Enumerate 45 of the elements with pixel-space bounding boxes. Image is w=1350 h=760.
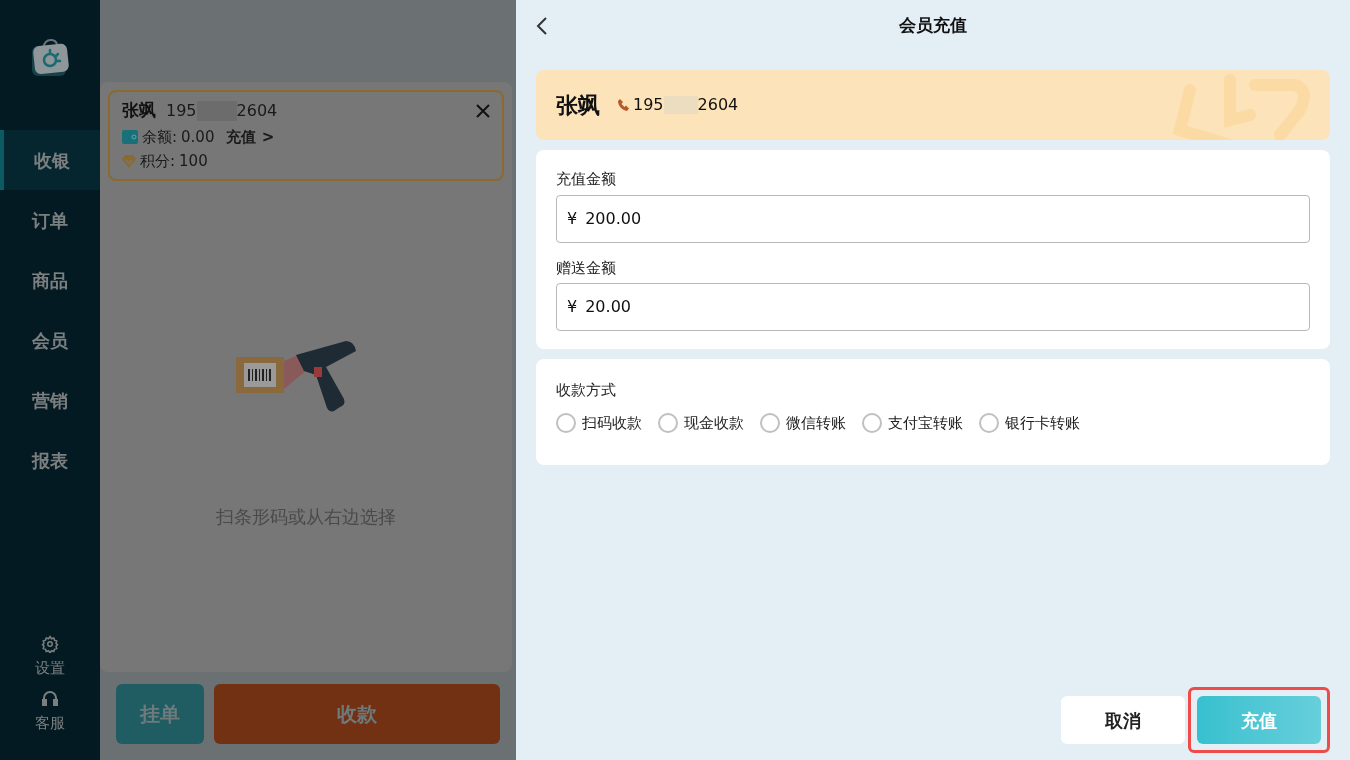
field-value: 20.00 [585, 296, 631, 318]
recharge-link[interactable]: 充值 > [226, 125, 275, 148]
nav-item[interactable]: 订单 [0, 190, 100, 250]
back-icon[interactable] [536, 16, 548, 36]
phone-number: 195 [166, 99, 197, 122]
nav-item[interactable]: 报表 [0, 430, 100, 490]
field-value: 200.00 [585, 207, 642, 230]
shopping-bag-logo-icon [29, 36, 71, 78]
phone-number: 2604 [236, 99, 278, 122]
nav-item[interactable]: 客服 [35, 689, 65, 734]
points-value: 100 [179, 151, 208, 172]
nav-item[interactable]: 设置 [35, 635, 65, 680]
nav-item[interactable]: 收银 [0, 130, 100, 190]
payment-radio[interactable]: 银行卡转账 [979, 411, 1080, 434]
close-icon[interactable] [476, 103, 490, 118]
phone-icon [618, 99, 629, 111]
phone-number: 195 [633, 94, 664, 116]
currency-symbol: ¥ [567, 296, 578, 318]
nav-item[interactable]: 商品 [0, 250, 100, 310]
field-label: 收款方式 [556, 380, 617, 401]
cancel-button[interactable]: 取消 [1061, 696, 1185, 744]
member-name: 张飒 [122, 99, 156, 122]
currency-symbol: ¥ [567, 207, 578, 230]
nav-item[interactable]: 营销 [0, 370, 100, 430]
amount-field[interactable]: ¥ 20.00 [556, 283, 1310, 331]
field-label: 赠送金额 [556, 257, 617, 279]
phone-number: 2604 [697, 94, 739, 116]
field-label: 充值金额 [556, 169, 617, 190]
dialog-title: 会员充值 [898, 14, 968, 38]
nav-label: 设置 [35, 658, 65, 679]
nav-label: 客服 [35, 712, 65, 734]
member-name: 张飒 [556, 91, 600, 120]
balance-value: 0.00 [181, 126, 215, 148]
headset-icon [42, 689, 58, 708]
payment-radio[interactable]: 微信转账 [760, 411, 846, 434]
payment-radio[interactable]: 扫码收款 [556, 411, 642, 434]
wallet-icon [122, 129, 138, 144]
balance-label: 余额: [142, 126, 178, 148]
settings-icon [41, 635, 59, 653]
payment-radio[interactable]: 支付宝转账 [862, 411, 963, 434]
amount-field[interactable]: ¥ 200.00 [556, 194, 1310, 243]
payment-radio[interactable]: 现金收款 [658, 411, 744, 434]
diamond-icon [122, 154, 136, 168]
points-label: 积分: [140, 151, 176, 172]
nav-item[interactable]: 会员 [0, 310, 100, 370]
